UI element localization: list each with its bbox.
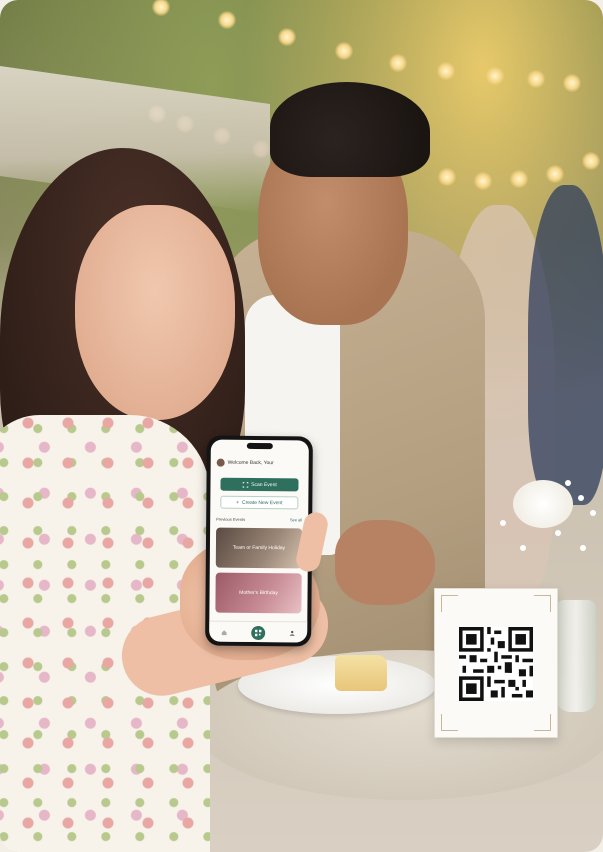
string-light [474, 172, 492, 190]
phone-screen: Welcome Back, Your Scan Event + Create N… [209, 439, 309, 643]
see-all-link[interactable]: See all [290, 517, 302, 522]
scan-event-button[interactable]: Scan Event [220, 477, 299, 492]
tab-profile[interactable] [289, 630, 295, 636]
card-corner-ornament [441, 595, 458, 612]
app-header: Welcome Back, Your [216, 457, 303, 470]
tab-scan[interactable] [251, 625, 266, 640]
bottom-tab-bar [209, 620, 308, 643]
smartphone: Welcome Back, Your Scan Event + Create N… [205, 435, 313, 647]
scan-icon [242, 481, 248, 488]
profile-icon [289, 630, 295, 636]
tab-home[interactable] [221, 629, 227, 635]
background-guest [528, 185, 603, 505]
qr-code-icon [459, 627, 533, 701]
string-light [389, 54, 407, 72]
outdoor-event-photo: Welcome Back, Your Scan Event + Create N… [0, 0, 603, 852]
section-title: Previous Events [216, 516, 246, 522]
string-light [582, 152, 600, 170]
woman-face [75, 205, 235, 420]
flower [580, 545, 586, 551]
flower [555, 530, 561, 536]
card-corner-ornament [441, 714, 458, 731]
event-card-title: Mother's Birthday [239, 589, 278, 597]
string-light [510, 170, 528, 188]
create-event-button[interactable]: + Create New Event [220, 495, 299, 510]
event-card-title: Team or Family Holiday [232, 544, 286, 552]
white-rose [513, 480, 573, 528]
scan-event-label: Scan Event [251, 481, 277, 488]
table-qr-card [434, 588, 558, 738]
previous-events-header: Previous Events See all [216, 517, 302, 523]
man-pointing-hand [335, 520, 435, 605]
event-card[interactable]: Team or Family Holiday [215, 527, 303, 569]
string-light [563, 74, 581, 92]
string-light [152, 0, 170, 16]
string-light [486, 67, 504, 85]
string-light [527, 70, 545, 88]
cake-slice [335, 655, 387, 691]
glass-vase [556, 600, 596, 712]
string-light [218, 11, 236, 29]
flower [500, 520, 506, 526]
man-hair [270, 82, 430, 177]
card-corner-ornament [534, 595, 551, 612]
create-event-label: Create New Event [241, 499, 283, 506]
string-light [546, 165, 564, 183]
qr-scan-icon [254, 629, 262, 636]
flower [520, 545, 526, 551]
card-corner-ornament [534, 714, 551, 731]
string-light [437, 62, 455, 80]
welcome-text: Welcome Back, Your [227, 459, 274, 467]
home-icon [221, 629, 227, 635]
string-light [278, 28, 296, 46]
string-light [335, 42, 353, 60]
plus-icon: + [236, 499, 240, 506]
avatar[interactable] [216, 458, 225, 467]
flower [590, 510, 596, 516]
event-card[interactable]: Mother's Birthday [215, 572, 302, 614]
string-light [438, 168, 456, 186]
phone-notch [246, 442, 273, 450]
flower [565, 480, 571, 486]
flower [578, 495, 584, 501]
